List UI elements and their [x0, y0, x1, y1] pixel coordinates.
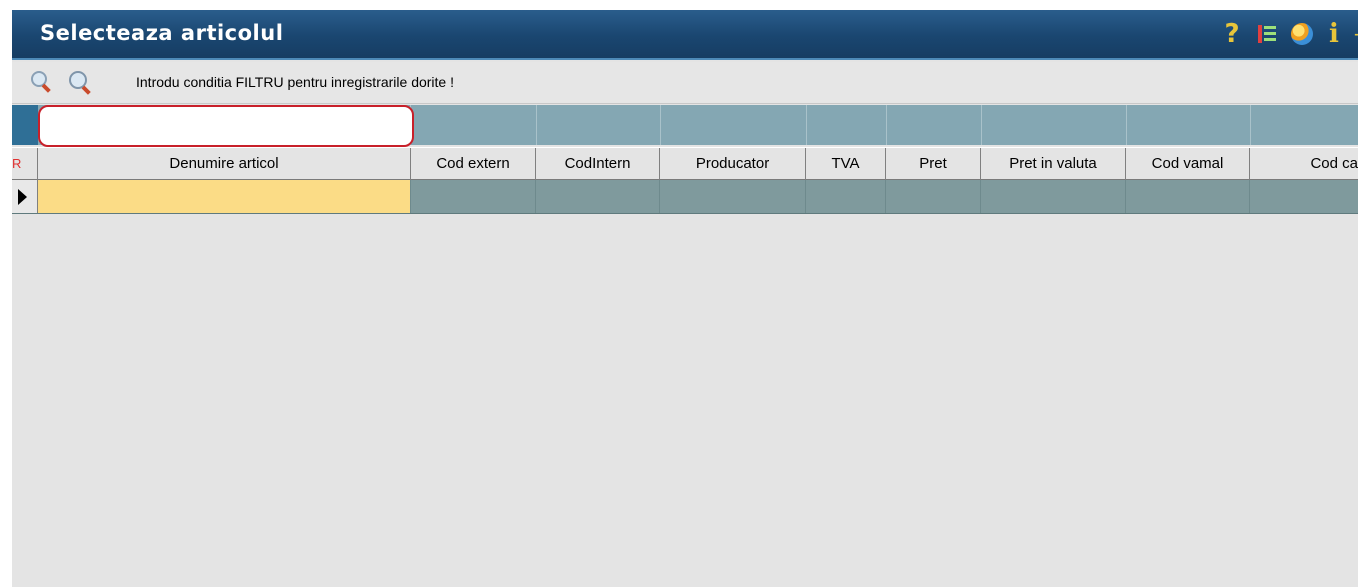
filter-cell-cod-vamal[interactable]	[1126, 105, 1250, 145]
tree-list-icon[interactable]	[1256, 19, 1278, 49]
current-row-indicator-icon[interactable]	[12, 180, 38, 213]
filter-cell-pret[interactable]	[886, 105, 981, 145]
table-cell-cod-ca[interactable]	[1250, 180, 1358, 213]
column-header-tva[interactable]: TVA	[806, 148, 886, 180]
grid-empty-area	[12, 214, 1358, 587]
more-icon[interactable]: -	[1354, 19, 1358, 49]
filter-cell-tva[interactable]	[806, 105, 886, 145]
table-cell-denumire[interactable]	[38, 180, 411, 213]
column-header-cod-vamal[interactable]: Cod vamal	[1126, 148, 1250, 180]
window-title: Selecteaza articolul	[40, 21, 284, 45]
info-icon[interactable]: i	[1326, 19, 1342, 49]
title-icon-group: ? i -	[1220, 19, 1358, 49]
row-marker-header: R	[12, 148, 38, 180]
column-header-denumire[interactable]: Denumire articol	[38, 148, 411, 180]
filter-toolbar: Introdu conditia FILTRU pentru inregistr…	[12, 62, 1358, 104]
column-header-cod-intern[interactable]: CodIntern	[536, 148, 660, 180]
table-cell-cod-vamal[interactable]	[1126, 180, 1250, 213]
filter-cell-cod-extern[interactable]	[410, 105, 536, 145]
table-cell-cod-intern[interactable]	[536, 180, 660, 213]
filter-cell-pret-valuta[interactable]	[981, 105, 1126, 145]
table-cell-producator[interactable]	[660, 180, 806, 213]
table-cell-tva[interactable]	[806, 180, 886, 213]
filter-input-article-name[interactable]	[38, 105, 414, 147]
search-advanced-icon[interactable]	[68, 70, 91, 95]
column-header-cod-ca[interactable]: Cod ca	[1250, 148, 1358, 180]
filter-cell-cod-intern[interactable]	[536, 105, 660, 145]
table-cell-pret-valuta[interactable]	[981, 180, 1126, 213]
filter-row	[12, 105, 1358, 147]
globe-icon[interactable]	[1290, 19, 1314, 49]
filter-cell-producator[interactable]	[660, 105, 806, 145]
filter-cell-cod-ca[interactable]	[1250, 105, 1358, 145]
column-header-pret-valuta[interactable]: Pret in valuta	[981, 148, 1126, 180]
title-bar: Selecteaza articolul ? i -	[12, 10, 1358, 60]
grid-header: R Denumire articol Cod extern CodIntern …	[12, 147, 1358, 180]
column-header-producator[interactable]: Producator	[660, 148, 806, 180]
table-cell-pret[interactable]	[886, 180, 981, 213]
help-icon[interactable]: ?	[1220, 19, 1244, 49]
table-cell-cod-extern[interactable]	[411, 180, 536, 213]
search-icon[interactable]	[30, 70, 52, 93]
filter-hint-text: Introdu conditia FILTRU pentru inregistr…	[136, 74, 454, 90]
column-header-pret[interactable]: Pret	[886, 148, 981, 180]
select-article-window: Selecteaza articolul ? i - Introdu condi…	[12, 10, 1358, 587]
filter-row-marker	[12, 105, 38, 145]
table-row[interactable]	[12, 180, 1358, 214]
column-header-cod-extern[interactable]: Cod extern	[411, 148, 536, 180]
